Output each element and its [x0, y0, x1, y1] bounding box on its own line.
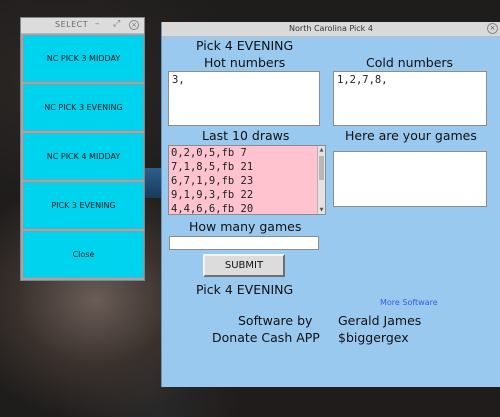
minimize-icon[interactable]: – — [95, 19, 100, 29]
nc-pick3-midday-button[interactable]: NC PICK 3 MIDDAY — [23, 35, 144, 82]
footer-game-heading: Pick 4 EVENING — [196, 282, 294, 297]
more-software-link[interactable]: More Software — [380, 298, 438, 307]
draw-entry: 4,4,6,6,fb 20 — [171, 203, 254, 215]
select-window: SELECT – ⤢ × NC PICK 3 MIDDAY NC PICK 3 … — [20, 17, 145, 281]
last-draws-list[interactable]: 0,2,0,5,fb 7 7,1,8,5,fb 21 6,7,1,9,fb 23… — [168, 145, 326, 215]
donate-label: Donate Cash APP — [212, 330, 320, 345]
cashtag: $biggergex — [338, 330, 409, 345]
submit-button[interactable]: SUBMIT — [203, 254, 285, 277]
how-many-games-label: How many games — [189, 219, 302, 234]
draw-entry: 9,1,9,3,fb 22 — [171, 189, 254, 201]
how-many-games-input[interactable] — [169, 236, 319, 250]
software-by-label: Software by — [238, 313, 313, 328]
nc-pick4-midday-button[interactable]: NC PICK 4 MIDDAY — [23, 133, 144, 180]
scroll-thumb[interactable] — [319, 156, 324, 180]
select-titlebar[interactable]: SELECT – ⤢ × — [21, 18, 144, 34]
main-window-title: North Carolina Pick 4 — [289, 24, 373, 33]
draws-scrollbar[interactable]: ▲ ▼ — [317, 146, 325, 214]
game-heading: Pick 4 EVENING — [196, 38, 294, 53]
select-close-button[interactable]: Close — [23, 231, 144, 278]
pick3-evening-button[interactable]: PICK 3 EVENING — [23, 182, 144, 229]
main-close-icon[interactable]: × — [487, 23, 498, 34]
select-window-title: SELECT — [55, 20, 89, 29]
cold-numbers-box[interactable]: 1,2,7,8, — [333, 71, 487, 126]
nc-pick3-evening-button[interactable]: NC PICK 3 EVENING — [23, 84, 144, 131]
hot-numbers-box[interactable]: 3, — [168, 71, 320, 126]
last-draws-label: Last 10 draws — [202, 128, 290, 143]
main-titlebar[interactable]: North Carolina Pick 4 × — [162, 22, 500, 37]
your-games-box[interactable] — [333, 151, 487, 207]
draw-entry: 0,2,0,5,fb 7 — [171, 147, 247, 159]
maximize-icon[interactable]: ⤢ — [113, 19, 120, 29]
scroll-down-icon[interactable]: ▼ — [318, 206, 325, 214]
cold-numbers-label: Cold numbers — [366, 55, 454, 70]
draw-entry: 6,7,1,9,fb 23 — [171, 175, 254, 187]
close-icon[interactable]: × — [129, 20, 139, 30]
author-name: Gerald James — [338, 313, 422, 328]
your-games-label: Here are your games — [345, 128, 477, 143]
draw-entry: 7,1,8,5,fb 21 — [171, 161, 254, 173]
hot-numbers-label: Hot numbers — [204, 55, 286, 70]
scroll-up-icon[interactable]: ▲ — [318, 146, 325, 154]
